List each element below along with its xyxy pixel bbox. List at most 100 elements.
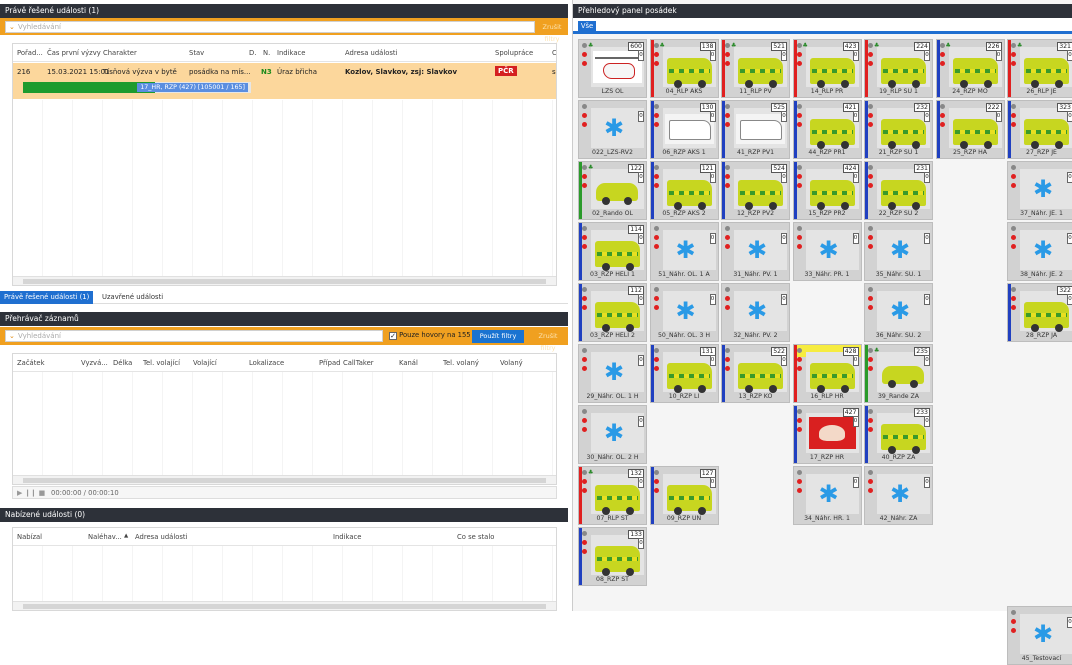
unit-tile[interactable]: ♣ 122 0 02_Rando OL xyxy=(578,161,647,220)
col-called[interactable]: Vyzvá... xyxy=(81,359,108,367)
unit-tile[interactable]: ✱ 0 29_Náhr. OL. 1 H xyxy=(578,344,647,403)
unit-tile[interactable]: 525 0 41_RZP PV1 xyxy=(721,100,790,159)
unit-tile[interactable]: 121 0 05_RZP AKS 2 xyxy=(649,161,719,220)
unit-tile[interactable]: ✱ 0 33_Náhr. PR. 1 xyxy=(792,222,862,281)
unit-tile[interactable]: 424 0 15_RZP PR2 xyxy=(792,161,862,220)
player-clear-filters-button[interactable]: Zrušit filtry xyxy=(530,330,566,352)
chevron-down-icon[interactable]: ⌄ xyxy=(9,331,15,342)
col-event-address[interactable]: Adresa události xyxy=(135,533,187,541)
unit-tile[interactable]: ✱ 0 36_Náhr. SU. 2 xyxy=(864,283,933,342)
col-indication[interactable]: Indikace xyxy=(277,49,305,57)
unit-tile[interactable]: ♣ 235 0 39_Rande ZA xyxy=(864,344,933,403)
col-offered[interactable]: Nabízal xyxy=(17,533,42,541)
col-channel[interactable]: Kanál xyxy=(399,359,418,367)
events-search-input[interactable]: ⌄ Vyhledávání xyxy=(5,21,535,33)
unit-label: 39_Rande ZA xyxy=(877,393,920,400)
unit-tile[interactable]: ✱ 0 31_Náhr. PV. 1 xyxy=(721,222,790,281)
unit-tile[interactable]: ✱ 0 35_Náhr. SU. 1 xyxy=(864,222,933,281)
unit-tile[interactable]: ✱ 0 38_Náhr. JE. 2 xyxy=(1007,222,1072,281)
only-155-label: Pouze hovory na 155 xyxy=(399,331,471,339)
col-order[interactable]: Pořad... xyxy=(17,49,43,57)
unit-tile[interactable]: 524 0 12_RZP PV2 xyxy=(721,161,790,220)
unit-tile[interactable]: ✱ 0 42_Náhr. ZA xyxy=(864,466,933,525)
unit-tile[interactable]: ✱ 0 37_Náhr. JE. 1 xyxy=(1007,161,1072,220)
unit-tile[interactable]: ♣ 138 0 04_RLP AKS xyxy=(649,39,719,98)
unit-tile[interactable]: 112 0 03_RZP HELI 2 xyxy=(578,283,647,342)
unit-tile[interactable]: 222 0 25_RZP HA xyxy=(935,100,1005,159)
chevron-down-icon[interactable]: ⌄ xyxy=(9,22,15,33)
col-ca[interactable]: Ca xyxy=(552,49,556,57)
unit-tile[interactable]: 114 0 03_RZP HELI 1 xyxy=(578,222,647,281)
unit-tile[interactable]: 231 0 22_RZP SU 2 xyxy=(864,161,933,220)
unit-tile[interactable]: ✱ 0 34_Náhr. HR. 1 xyxy=(792,466,862,525)
unit-label: 21_RZP SU 1 xyxy=(878,149,919,156)
crew-icon: ♣ xyxy=(874,42,880,49)
col-case[interactable]: Případ xyxy=(319,359,340,367)
unit-counter: 0 xyxy=(924,111,930,122)
unit-tile[interactable]: 131 0 10_RZP LI xyxy=(649,344,719,403)
col-n[interactable]: N. xyxy=(263,49,270,57)
checkbox-icon[interactable]: ✓ xyxy=(389,332,397,340)
unit-tile[interactable]: ✱ 0 30_Náhr. OL. 2 H xyxy=(578,405,647,464)
col-d[interactable]: D. xyxy=(249,49,256,57)
events-clear-filters-button[interactable]: Zrušit filtry xyxy=(537,21,567,43)
unit-tile[interactable]: 232 0 21_RZP SU 1 xyxy=(864,100,933,159)
unit-tile[interactable]: 133 0 08_RZP ST xyxy=(578,527,647,586)
col-caller-tel[interactable]: Tel. volající xyxy=(143,359,180,367)
unit-tile[interactable]: 421 0 44_RZP PR1 xyxy=(792,100,862,159)
unit-tile[interactable]: 428 0 16_RLP HR xyxy=(792,344,862,403)
unit-tile[interactable]: 522 0 13_RZP KO xyxy=(721,344,790,403)
unit-tile[interactable]: 233 0 40_RZP ZA xyxy=(864,405,933,464)
events-table-header: Pořad... Čas první výzvy Charakter Stav … xyxy=(13,44,556,62)
unit-tile[interactable]: ✱ 0 45_Testovací xyxy=(1007,606,1072,665)
col-what-happened[interactable]: Co se stalo xyxy=(457,533,494,541)
col-address[interactable]: Adresa události xyxy=(345,49,397,57)
unit-tile[interactable]: 322 0 28_RZP JA xyxy=(1007,283,1072,342)
col-first-call[interactable]: Čas první výzvy xyxy=(47,49,101,57)
unit-tile[interactable]: ♣ 224 0 19_RLP SU 1 xyxy=(864,39,933,98)
unit-tile[interactable]: ♣ 600 0 LZS OL xyxy=(578,39,647,98)
player-search-input[interactable]: ⌄ Vyhledávání xyxy=(5,330,383,342)
unit-tile[interactable]: ♣ 226 0 24_RZP MO xyxy=(935,39,1005,98)
col-location[interactable]: Lokalizace xyxy=(249,359,284,367)
col-urgency[interactable]: Naléhav... xyxy=(88,533,122,541)
table-row[interactable]: 216 15.03.2021 15:01 Tísňová výzva v byt… xyxy=(13,63,556,99)
unit-tile[interactable]: 127 0 09_RZP UN xyxy=(649,466,719,525)
col-calltaker[interactable]: CallTaker xyxy=(343,359,374,367)
col-start[interactable]: Začátek xyxy=(17,359,45,367)
ambulance-icon xyxy=(1020,291,1072,332)
unit-tile[interactable]: ♣ 423 0 14_RLP PR xyxy=(792,39,862,98)
recordings-scrollbar[interactable] xyxy=(13,475,556,484)
unit-tile[interactable]: ✱ 0 51_Náhr. OL. 1 A xyxy=(649,222,719,281)
only-155-calls[interactable]: ✓ Pouze hovory na 155 xyxy=(389,331,471,340)
unit-tile[interactable]: ♣ 132 0 07_RLP ST xyxy=(578,466,647,525)
col-length[interactable]: Délka xyxy=(113,359,132,367)
col-coop[interactable]: Spolupráce xyxy=(495,49,533,57)
unit-tile[interactable]: ♣ 321 0 26_RLP JE xyxy=(1007,39,1072,98)
unit-tile[interactable]: ✱ 0 50_Náhr. OL. 3 H xyxy=(649,283,719,342)
offered-scrollbar[interactable] xyxy=(13,601,556,610)
sort-ascending-icon[interactable]: ▲ xyxy=(124,533,128,539)
events-scrollbar[interactable] xyxy=(13,276,556,285)
tab-closed-events[interactable]: Uzavřené události xyxy=(98,291,167,304)
col-state[interactable]: Stav xyxy=(189,49,204,57)
unit-tile[interactable]: ♣ 521 0 11_RLP PV xyxy=(721,39,790,98)
tab-current-events[interactable]: Právě řešené události (1) xyxy=(0,291,94,304)
unit-tile[interactable]: 130 0 06_RZP AKS 1 xyxy=(649,100,719,159)
col-character[interactable]: Charakter xyxy=(103,49,137,57)
unit-tile[interactable]: 323 0 27_RZP JE xyxy=(1007,100,1072,159)
col-caller[interactable]: Volající xyxy=(193,359,217,367)
unit-label: 41_RZP PV1 xyxy=(736,149,775,156)
unit-tile[interactable]: ✱ 0 022_LZS-RV2 xyxy=(578,100,647,159)
col-callee[interactable]: Volaný xyxy=(500,359,523,367)
col-indication[interactable]: Indikace xyxy=(333,533,361,541)
unit-tile[interactable]: ✱ 0 32_Náhr. PV. 2 xyxy=(721,283,790,342)
play-pause-stop-icon[interactable]: ▶ ❙❙ ■ xyxy=(17,489,45,497)
status-dots xyxy=(582,104,589,131)
apply-filters-button[interactable]: Použít filtry xyxy=(472,330,524,343)
tab-all[interactable]: Vše xyxy=(578,21,596,32)
star-of-life-icon: ✱ xyxy=(1020,169,1072,209)
ambulance-icon xyxy=(591,230,644,271)
col-called-tel[interactable]: Tel. volaný xyxy=(443,359,479,367)
unit-tile[interactable]: 427 0 17_RZP HR xyxy=(792,405,862,464)
